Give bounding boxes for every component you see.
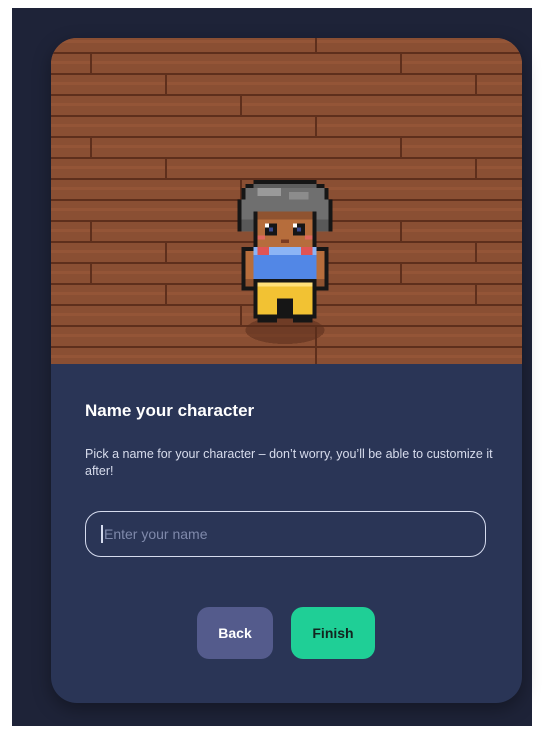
character-preview-floor <box>51 38 522 364</box>
character-naming-dialog: Name your character Pick a name for your… <box>51 38 522 703</box>
dialog-description: Pick a name for your character – don’t w… <box>85 447 493 478</box>
back-button[interactable]: Back <box>197 607 273 659</box>
finish-button[interactable]: Finish <box>291 607 375 659</box>
pixel-avatar-icon <box>233 176 337 346</box>
character-name-input[interactable] <box>85 511 486 557</box>
dialog-title: Name your character <box>85 401 255 420</box>
text-caret <box>101 525 103 543</box>
dialog-content: Name your character Pick a name for your… <box>51 364 522 703</box>
